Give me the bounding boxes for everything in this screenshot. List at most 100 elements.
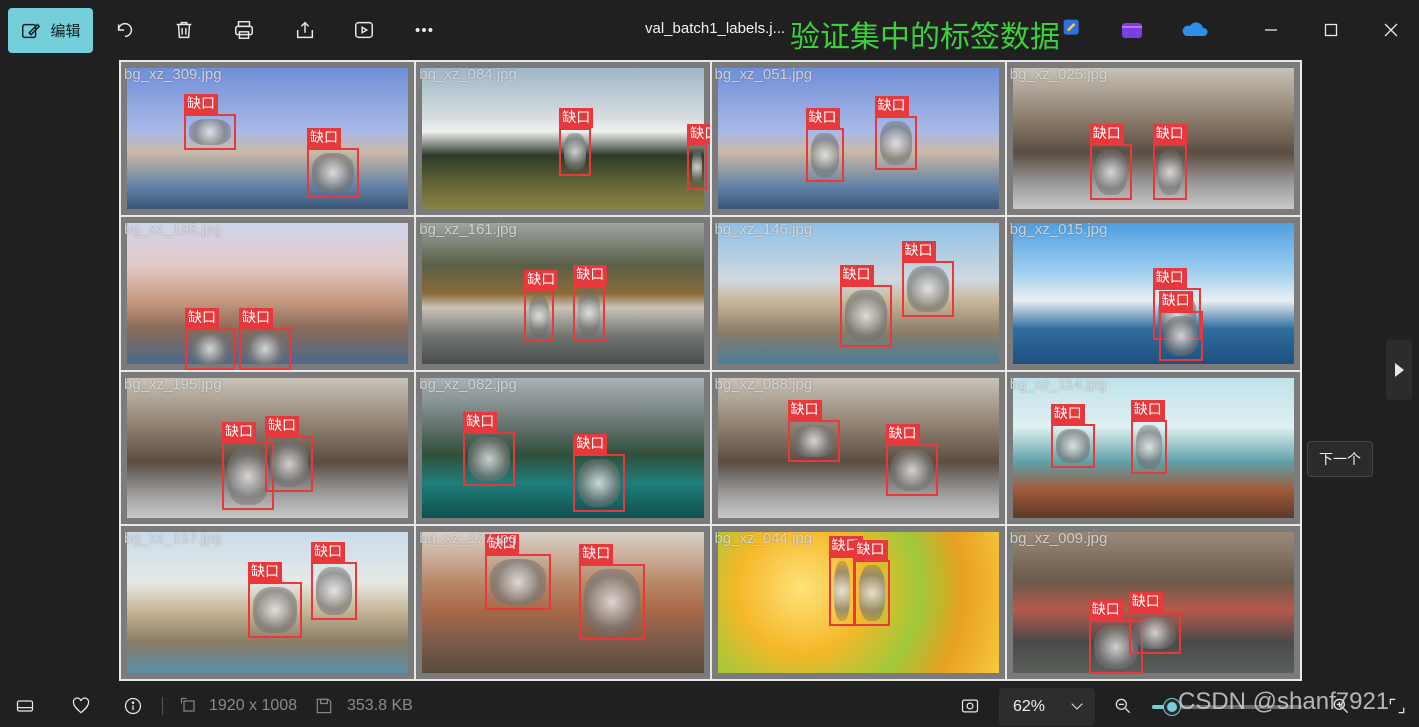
actual-size-button[interactable] (959, 695, 981, 717)
box-label: 缺口 (579, 544, 614, 565)
box-label: 缺口 (248, 562, 282, 583)
image-tile: bg_xz_044.jpg 缺口 缺口 (711, 526, 1005, 679)
next-arrow-icon (1394, 363, 1404, 377)
tile-filename: bg_xz_044.jpg (714, 530, 813, 548)
image-tile: bg_xz_309.jpg 缺口 缺口 (121, 62, 415, 215)
notch-shape (1163, 315, 1198, 356)
rotate-button[interactable] (109, 14, 141, 46)
bounding-box: 缺口 (307, 128, 359, 198)
slideshow-button[interactable] (348, 14, 380, 46)
maximize-button[interactable] (1308, 10, 1354, 50)
box-label: 缺口 (222, 421, 256, 442)
filmstrip-icon (16, 700, 34, 712)
zoom-out-icon (1115, 698, 1131, 714)
fullscreen-icon (1389, 698, 1405, 714)
zoom-out-button[interactable] (1112, 695, 1134, 717)
onedrive-icon[interactable] (1180, 18, 1208, 42)
box-label: 缺口 (839, 264, 874, 285)
tile-filename: bg_xz_088.jpg (714, 375, 813, 393)
bounding-box: 缺口 (1050, 403, 1095, 468)
print-icon (235, 21, 253, 39)
image-tile: bg_xz_084.jpg缺口缺口 (416, 62, 710, 215)
image-tile: bg_xz_015.jpg 缺口 缺口 (1006, 216, 1300, 370)
bounding-box: 缺口 (853, 540, 890, 627)
image-tile: bg_xz_025.jpg 缺口 缺口 (1006, 62, 1300, 215)
next-image-button[interactable] (1386, 340, 1412, 400)
notch-shape (189, 119, 231, 145)
box-label: 缺口 (885, 423, 920, 444)
bounding-box: 缺口 (248, 562, 302, 639)
bounding-box: 缺口 (485, 534, 552, 611)
info-icon (124, 697, 142, 715)
notch-shape (833, 561, 850, 622)
heart-icon (72, 697, 90, 714)
box-label: 缺口 (787, 399, 822, 420)
notch-shape (227, 446, 269, 505)
notch-shape (578, 289, 601, 336)
image-tile: bg_xz_161.jpg 缺口 缺口 (416, 216, 710, 370)
tile-filename: bg_xz_051.jpg (714, 66, 813, 83)
notch-shape (906, 265, 949, 312)
annotation-title: 验证集中的标签数据 (790, 20, 1060, 55)
bounding-box: 缺口 (185, 307, 235, 370)
tile-filename: bg_xz_161.jpg (419, 220, 517, 238)
actual-size-icon (961, 699, 979, 713)
box-label: 缺口 (1158, 290, 1193, 311)
image-canvas[interactable]: bg_xz_309.jpg缺口缺口bg_xz_084.jpg缺口缺口bg_xz_… (119, 60, 1302, 681)
print-button[interactable] (228, 14, 260, 46)
minimize-icon (1265, 29, 1277, 31)
share-button[interactable] (289, 14, 321, 46)
bounding-box: 缺口 (687, 124, 710, 190)
bounding-box: 缺口 (573, 433, 626, 512)
delete-button[interactable] (168, 14, 200, 46)
image-dimensions: 1920 x 1008 (209, 697, 298, 714)
tile-filename: bg_xz_146.jpg (714, 220, 813, 238)
app-badge-icon[interactable] (1062, 18, 1086, 42)
info-button[interactable] (122, 695, 144, 717)
bounding-box: 缺口 (874, 96, 917, 170)
toolbar: 编辑 val_batch1_labels.j... 验证集中的标签数据 (0, 0, 1419, 60)
bounding-box: 缺口 (805, 108, 844, 182)
fullscreen-button[interactable] (1386, 695, 1408, 717)
box-label: 缺口 (1130, 399, 1165, 420)
box-label: 缺口 (559, 108, 594, 128)
notch-shape (844, 289, 887, 342)
zoom-dropdown[interactable]: 62% (999, 688, 1095, 726)
tile-photo (422, 532, 704, 673)
bounding-box: 缺口 (1152, 124, 1187, 200)
filmstrip-button[interactable] (14, 695, 36, 717)
edit-icon (22, 23, 41, 38)
notch-shape (578, 458, 621, 507)
box-label: 缺口 (307, 128, 341, 148)
image-tile: bg_xz_157.jpg 缺口 缺口 (121, 526, 415, 679)
more-button[interactable] (408, 14, 440, 46)
minimize-button[interactable] (1248, 10, 1294, 50)
tile-filename: bg_xz_157.jpg (124, 530, 222, 548)
tile-photo (717, 68, 999, 209)
bounding-box: 缺口 (1089, 124, 1132, 200)
notch-shape (1157, 149, 1182, 195)
close-button[interactable] (1368, 10, 1414, 50)
favorite-button[interactable] (70, 695, 92, 717)
notch-shape (190, 332, 230, 365)
box-label: 缺口 (524, 269, 559, 290)
more-icon (415, 27, 433, 33)
box-label: 缺口 (874, 96, 909, 116)
bounding-box: 缺口 (579, 544, 646, 641)
bounding-box: 缺口 (787, 399, 840, 462)
file-size: 353.8 KB (347, 697, 413, 714)
box-label: 缺口 (463, 411, 498, 432)
box-label: 缺口 (573, 433, 608, 454)
box-label: 缺口 (853, 540, 888, 561)
bounding-box: 缺口 (573, 264, 608, 341)
save-disk-icon (313, 695, 335, 717)
notch-shape (890, 448, 933, 491)
edit-button[interactable]: 编辑 (8, 8, 93, 53)
box-label: 缺口 (901, 240, 936, 261)
status-divider (162, 697, 163, 715)
share-icon (296, 21, 314, 39)
close-icon (1384, 23, 1398, 37)
box-label: 缺口 (1089, 124, 1124, 144)
clipchamp-icon[interactable] (1120, 18, 1144, 42)
tile-filename: bg_xz_082.jpg (419, 375, 517, 393)
